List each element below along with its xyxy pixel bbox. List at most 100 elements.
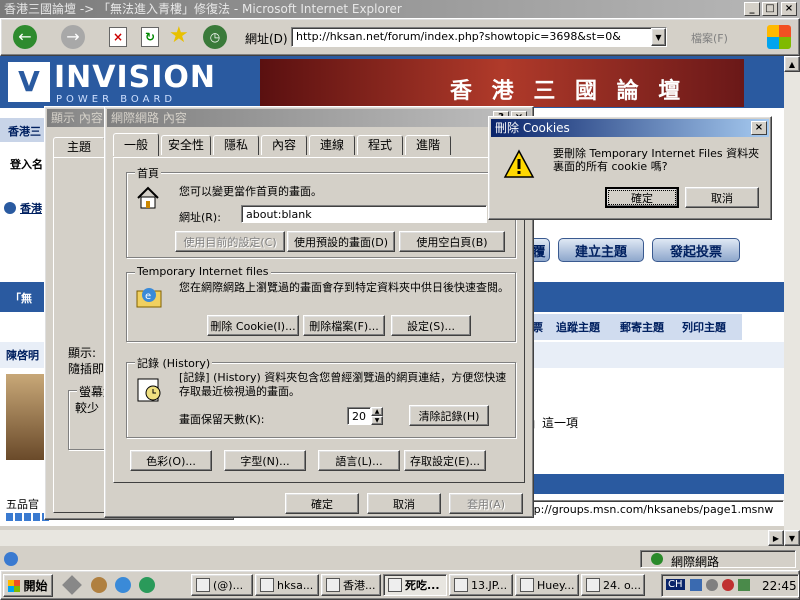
zone-label: 網際網路 xyxy=(671,555,720,569)
svg-text:e: e xyxy=(145,291,151,302)
forum-link[interactable]: 香港 xyxy=(20,200,42,216)
use-blank-button[interactable]: 使用空白頁(B) xyxy=(399,231,505,252)
tab-security[interactable]: 安全性 xyxy=(161,135,211,155)
delete-files-button[interactable]: 刪除檔案(F)... xyxy=(303,315,385,336)
days-down-button[interactable]: ▼ xyxy=(371,416,383,425)
options-apply-label: 套用(A) xyxy=(466,497,506,511)
tab-connections-label: 連線 xyxy=(319,138,344,152)
taskbar-item-1[interactable]: hksa... xyxy=(255,574,319,596)
minimize-button[interactable]: _ xyxy=(744,2,760,16)
tray-app-icon[interactable] xyxy=(738,579,750,591)
tray-language-indicator[interactable]: CH xyxy=(666,579,685,590)
tray-antivirus-icon[interactable] xyxy=(722,579,734,591)
tray-network-icon[interactable] xyxy=(690,579,702,591)
homepage-address-input[interactable]: about:blank xyxy=(241,205,487,223)
history-clock-icon xyxy=(135,375,163,403)
vertical-scrollbar[interactable]: ▲ ▼ xyxy=(784,56,800,546)
history-days-input[interactable]: 20 xyxy=(347,407,371,425)
favorites-star-icon[interactable]: ★ xyxy=(169,23,189,48)
clear-history-button[interactable]: 清除記錄(H) xyxy=(409,405,489,426)
homepage-desc: 您可以變更當作首頁的畫面。 xyxy=(179,185,322,198)
address-dropdown-button[interactable]: ▼ xyxy=(651,28,666,46)
scroll-up-button[interactable]: ▲ xyxy=(784,56,800,72)
tab-content-label: 內容 xyxy=(271,138,296,152)
colors-button[interactable]: 色彩(O)... xyxy=(130,450,212,471)
cookie-ok-button[interactable]: 確定 xyxy=(605,187,679,208)
refresh-icon[interactable]: ↻ xyxy=(141,27,159,47)
days-up-button[interactable]: ▲ xyxy=(371,407,383,416)
link-url-field[interactable]: ttp://groups.msn.com/hksanebs/page1.msnw xyxy=(520,500,784,518)
quicklaunch-pin-icon[interactable] xyxy=(91,577,107,593)
homepage-group-label: 首頁 xyxy=(135,165,161,181)
delete-cookies-button[interactable]: 刪除 Cookie(I)... xyxy=(207,315,299,336)
quicklaunch-globe-icon[interactable] xyxy=(139,577,155,593)
accessibility-label: 存取設定(E)... xyxy=(409,454,481,468)
quicklaunch-ie-icon[interactable] xyxy=(115,577,131,593)
options-apply-button[interactable]: 套用(A) xyxy=(449,493,523,514)
new-poll-button[interactable]: 發起投票 xyxy=(652,238,740,262)
tab-theme[interactable]: 主題 xyxy=(53,137,105,157)
cookie-cancel-button[interactable]: 取消 xyxy=(685,187,759,208)
maximize-button[interactable]: □ xyxy=(762,2,778,16)
scroll-right-button[interactable]: ▶ xyxy=(768,530,784,546)
status-bar: 網際網路 xyxy=(0,548,800,570)
taskbar-item-2-icon xyxy=(326,578,340,592)
use-blank-label: 使用空白頁(B) xyxy=(416,235,488,249)
history-icon[interactable]: ◷ xyxy=(203,25,227,49)
use-default-button[interactable]: 使用預設的畫面(D) xyxy=(287,231,395,252)
forum-side-item[interactable]: 香港三 xyxy=(8,123,41,139)
delete-cookies-label: 刪除 Cookie(I)... xyxy=(210,319,296,333)
invision-logo-icon: V xyxy=(8,62,50,102)
options-cancel-button[interactable]: 取消 xyxy=(367,493,441,514)
taskbar-item-0[interactable]: (@)... xyxy=(191,574,253,596)
tab-content[interactable]: 內容 xyxy=(261,135,307,155)
taskbar-item-5[interactable]: Huey... xyxy=(515,574,579,596)
tab-programs-label: 程式 xyxy=(367,138,392,152)
quicklaunch-tool-icon[interactable] xyxy=(62,575,82,595)
taskbar-item-1-icon xyxy=(260,578,274,592)
cookie-close-button[interactable]: × xyxy=(751,121,767,135)
tab-general[interactable]: 一般 xyxy=(113,133,159,156)
fonts-button[interactable]: 字型(N)... xyxy=(224,450,306,471)
post-author[interactable]: 陳啓明 xyxy=(6,347,39,363)
options-dialog-title: 網際網路 內容 ? × xyxy=(107,109,531,127)
back-arrow-icon[interactable]: ← xyxy=(13,25,37,49)
address-label: 網址(D) xyxy=(245,32,288,46)
taskbar-item-6[interactable]: 24. o... xyxy=(581,574,645,596)
options-ok-button[interactable]: 確定 xyxy=(285,493,359,514)
taskbar-item-3-label: 死吃... xyxy=(405,579,440,592)
tray-volume-icon[interactable] xyxy=(706,579,718,591)
taskbar-item-3[interactable]: 死吃... xyxy=(383,574,447,596)
tab-programs[interactable]: 程式 xyxy=(357,135,403,155)
use-current-button[interactable]: 使用目前的設定(C) xyxy=(175,231,285,252)
taskbar-item-4[interactable]: 13.JP... xyxy=(449,574,513,596)
bullet-icon xyxy=(4,202,16,214)
languages-button[interactable]: 語言(L)... xyxy=(318,450,400,471)
taskbar-item-1-label: hksa... xyxy=(277,578,314,592)
reply-label: 覆 xyxy=(532,244,546,260)
accessibility-button[interactable]: 存取設定(E)... xyxy=(404,450,486,471)
temp-settings-button[interactable]: 設定(S)... xyxy=(391,315,471,336)
tab-connections[interactable]: 連線 xyxy=(309,135,355,155)
options-dialog-title-text: 網際網路 內容 xyxy=(111,111,187,125)
email-topic-link[interactable]: 郵寄主題 xyxy=(620,319,664,335)
clock[interactable]: 22:45 xyxy=(762,579,797,593)
horizontal-scrollbar[interactable]: ▶ xyxy=(0,530,784,546)
tab-advanced[interactable]: 進階 xyxy=(405,135,451,155)
scroll-down-button[interactable]: ▼ xyxy=(784,530,800,546)
address-bar-input[interactable]: http://hksan.net/forum/index.php?showtop… xyxy=(291,27,667,47)
stop-icon[interactable]: × xyxy=(109,27,127,47)
print-topic-link[interactable]: 列印主題 xyxy=(682,319,726,335)
new-topic-button[interactable]: 建立主題 xyxy=(558,238,644,262)
topic-options-bar: 票 追蹤主題 郵寄主題 列印主題 xyxy=(520,314,742,340)
start-label: 開始 xyxy=(23,579,48,593)
track-topic-link[interactable]: 追蹤主題 xyxy=(556,319,600,335)
taskbar-item-5-label: Huey... xyxy=(537,578,575,592)
cookie-dialog-title: 刪除 Cookies × xyxy=(491,119,769,137)
taskbar-item-2[interactable]: 香港... xyxy=(321,574,381,596)
forward-arrow-icon[interactable]: → xyxy=(61,25,85,49)
start-button[interactable]: 開始 xyxy=(3,574,53,597)
tab-privacy[interactable]: 隱私 xyxy=(213,135,259,155)
start-windows-icon xyxy=(8,579,21,592)
close-button[interactable]: × xyxy=(781,2,797,16)
